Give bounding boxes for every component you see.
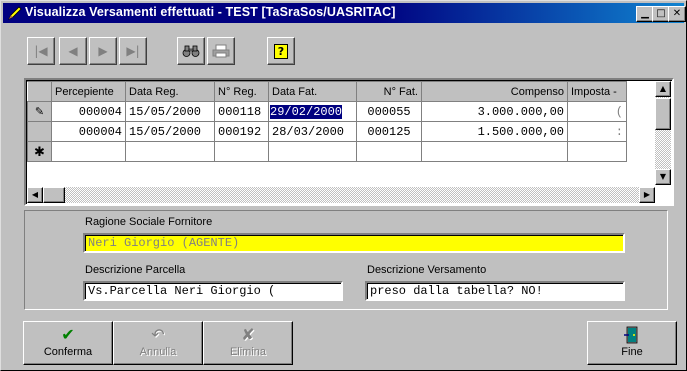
grid-table: Percepiente Data Reg. N° Reg. Data Fat. …	[27, 81, 627, 162]
row-edit-indicator: ✎	[27, 101, 52, 122]
descrizione-versamento-label: Descrizione Versamento	[367, 264, 487, 276]
col-header-percepiente[interactable]: Percepiente	[51, 81, 126, 102]
cell-data-fat[interactable]: 28/03/2000	[268, 121, 357, 142]
table-row[interactable]: ✎ 000004 15/05/2000 000118 29/02/2000 00…	[27, 101, 627, 122]
fine-label: Fine	[621, 346, 643, 358]
title-bar: Visualizza Versamenti effettuati - TEST …	[3, 3, 686, 23]
descrizione-parcella-field[interactable]: Vs.Parcella Neri Giorgio (	[83, 281, 343, 301]
vertical-scrollbar[interactable]: ▲ ▼	[655, 81, 671, 185]
elimina-button[interactable]: ✘ Elimina	[203, 321, 293, 365]
cell-data-reg[interactable]	[125, 141, 215, 162]
cell-data-fat[interactable]: 29/02/2000	[268, 101, 357, 122]
new-record-row[interactable]: ✱	[27, 141, 627, 162]
cell-n-reg[interactable]: 000118	[214, 101, 269, 122]
cell-n-reg[interactable]	[214, 141, 269, 162]
help-button[interactable]: ?	[267, 37, 295, 65]
detail-panel: Ragione Sociale Fornitore Neri Giorgio (…	[24, 210, 668, 310]
cell-n-fat[interactable]: 000125	[356, 121, 422, 142]
checkmark-icon: ✔	[61, 325, 75, 344]
conferma-label: Conferma	[43, 346, 93, 358]
row-indicator	[27, 121, 52, 142]
cell-imposta[interactable]	[567, 141, 627, 162]
descrizione-versamento-field[interactable]: preso dalla tabella? NO!	[365, 281, 625, 301]
cell-n-fat[interactable]	[356, 141, 422, 162]
delete-icon: ✘	[241, 325, 255, 344]
cell-n-reg[interactable]: 000192	[214, 121, 269, 142]
vertical-scroll-thumb[interactable]	[655, 98, 671, 130]
horizontal-scrollbar[interactable]: ◀ ▶	[27, 187, 655, 203]
annulla-label: Annulla	[139, 346, 177, 358]
col-header-n-reg[interactable]: N° Reg.	[214, 81, 269, 102]
versamenti-grid[interactable]: Percepiente Data Reg. N° Reg. Data Fat. …	[24, 78, 674, 206]
last-record-button[interactable]: ▶|	[119, 37, 147, 65]
col-header-compenso[interactable]: Compenso	[421, 81, 568, 102]
pencil-icon	[8, 6, 22, 20]
printer-icon	[212, 44, 230, 58]
window-title: Visualizza Versamenti effettuati - TEST …	[25, 5, 396, 19]
last-icon: ▶|	[126, 44, 140, 58]
next-icon: ▶	[98, 44, 108, 58]
next-record-button[interactable]: ▶	[89, 37, 117, 65]
exit-door-icon	[624, 326, 638, 344]
fine-button[interactable]: Fine	[587, 321, 677, 365]
undo-icon: ↶	[151, 325, 165, 344]
scroll-up-button[interactable]: ▲	[655, 81, 671, 97]
ragione-sociale-label: Ragione Sociale Fornitore	[85, 216, 213, 228]
cell-data-fat-selected-text: 29/02/2000	[270, 104, 343, 119]
application-window: Visualizza Versamenti effettuati - TEST …	[0, 0, 687, 371]
prev-record-button[interactable]: ◀	[59, 37, 87, 65]
first-record-button[interactable]: |◀	[27, 37, 55, 65]
cell-compenso[interactable]	[421, 141, 568, 162]
scroll-left-button[interactable]: ◀	[27, 187, 43, 203]
cell-percepiente[interactable]: 000004	[51, 101, 126, 122]
scroll-down-button[interactable]: ▼	[655, 169, 671, 185]
grid-header-row: Percepiente Data Reg. N° Reg. Data Fat. …	[27, 81, 627, 102]
horizontal-scroll-track[interactable]	[65, 187, 639, 203]
cell-compenso[interactable]: 1.500.000,00	[421, 121, 568, 142]
ragione-sociale-field[interactable]: Neri Giorgio (AGENTE)	[83, 233, 625, 253]
horizontal-scroll-thumb[interactable]	[43, 187, 65, 203]
cell-percepiente[interactable]: 000004	[51, 121, 126, 142]
conferma-button[interactable]: ✔ Conferma	[23, 321, 113, 365]
cell-percepiente[interactable]	[51, 141, 126, 162]
descrizione-parcella-label: Descrizione Parcella	[85, 264, 186, 276]
col-header-n-fat[interactable]: N° Fat.	[356, 81, 422, 102]
find-button[interactable]	[177, 37, 205, 65]
first-icon: |◀	[34, 44, 48, 58]
cell-data-fat[interactable]	[268, 141, 357, 162]
table-row[interactable]: 000004 15/05/2000 000192 28/03/2000 0001…	[27, 121, 627, 142]
col-header-data-reg[interactable]: Data Reg.	[125, 81, 215, 102]
cell-compenso[interactable]: 3.000.000,00	[421, 101, 568, 122]
cell-imposta[interactable]: :	[567, 121, 627, 142]
binoculars-icon	[182, 45, 200, 57]
cell-data-reg[interactable]: 15/05/2000	[125, 121, 215, 142]
scroll-right-button[interactable]: ▶	[639, 187, 655, 203]
help-icon: ?	[273, 43, 289, 59]
elimina-label: Elimina	[229, 346, 267, 358]
col-header-imposta[interactable]: Imposta -	[567, 81, 627, 102]
col-header-data-fat[interactable]: Data Fat.	[268, 81, 357, 102]
print-button[interactable]	[207, 37, 235, 65]
cell-data-reg[interactable]: 15/05/2000	[125, 101, 215, 122]
close-button[interactable]: ✕	[668, 6, 686, 22]
corner-header	[27, 81, 52, 102]
cell-imposta[interactable]: (	[567, 101, 627, 122]
new-row-indicator: ✱	[27, 141, 52, 162]
cell-n-fat[interactable]: 000055	[356, 101, 422, 122]
prev-icon: ◀	[68, 44, 78, 58]
annulla-button[interactable]: ↶ Annulla	[113, 321, 203, 365]
